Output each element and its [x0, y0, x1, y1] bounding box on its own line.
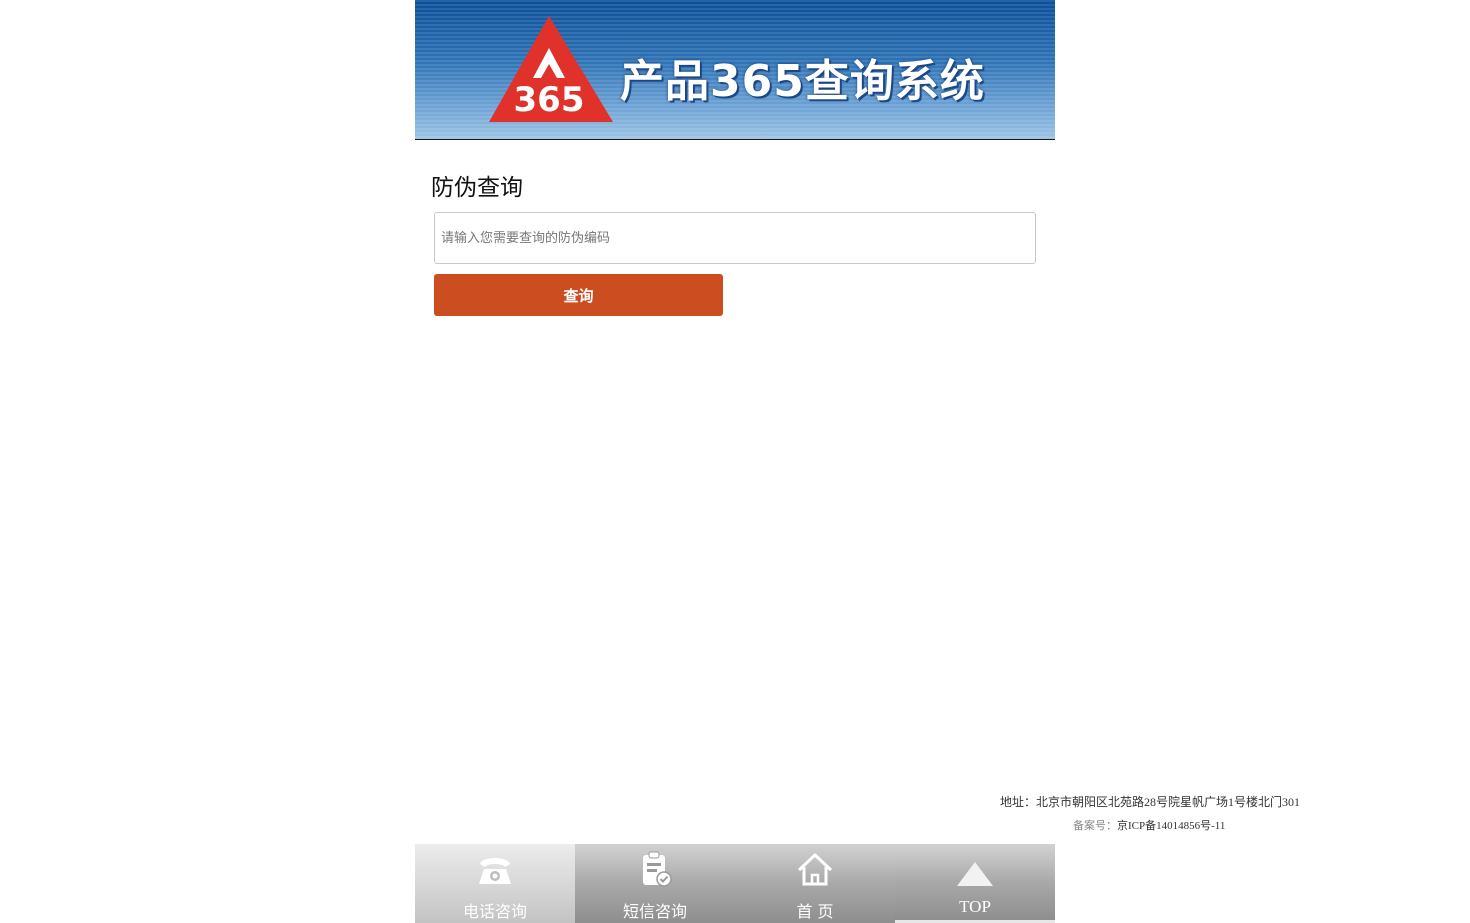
nav-label: TOP — [959, 897, 991, 916]
telephone-icon — [479, 858, 511, 884]
icp-link[interactable]: 京ICP备14014856号-11 — [1117, 820, 1225, 832]
sms-clipboard-icon — [643, 851, 672, 887]
icp-record: 备案号：京ICP备14014856号-11 — [1073, 817, 1225, 833]
nav-sms-consult[interactable]: 短信咨询 — [575, 844, 735, 923]
nav-label: 短信咨询 — [622, 902, 687, 921]
page-title: 防伪查询 — [431, 175, 523, 201]
nav-back-to-top[interactable]: TOP — [895, 844, 1055, 923]
icp-label: 备案号： — [1073, 820, 1117, 832]
triangle-up-icon — [957, 862, 993, 886]
anti-counterfeit-code-input[interactable] — [434, 212, 1036, 264]
home-icon — [797, 853, 833, 886]
header-banner: 365 产品365查询系统 — [415, 0, 1055, 140]
bottom-nav: 电话咨询 短信咨询 首 页 TOP — [415, 844, 1055, 923]
query-button[interactable]: 查询 — [434, 274, 723, 316]
nav-phone-consult[interactable]: 电话咨询 — [415, 844, 575, 923]
address-text: 地址：北京市朝阳区北苑路28号院星帆广场1号楼北门301 — [1000, 795, 1301, 809]
nav-label: 电话咨询 — [462, 902, 527, 921]
nav-home[interactable]: 首 页 — [735, 844, 895, 923]
page: 365 产品365查询系统 防伪查询 查询 地址：北京市朝阳区北苑路28号院星帆… — [0, 0, 1470, 923]
banner-title: 产品365查询系统 — [620, 56, 985, 107]
logo-icon: 365 — [489, 16, 613, 122]
logo-text: 365 — [514, 80, 585, 120]
nav-label: 首 页 — [796, 902, 834, 921]
